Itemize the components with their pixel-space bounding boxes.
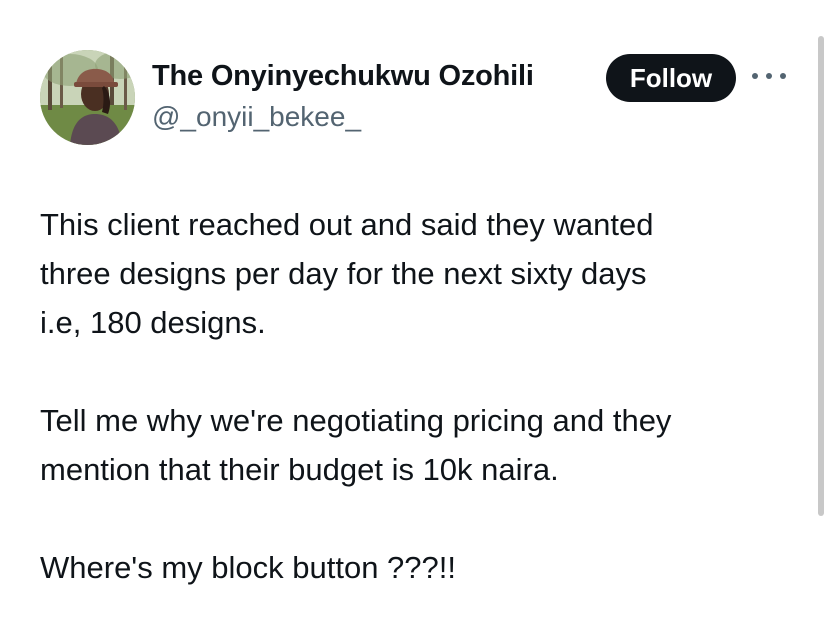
scrollbar[interactable] <box>818 36 824 516</box>
display-name[interactable]: The Onyinyechukwu Ozohili <box>152 60 534 93</box>
tweet-paragraph: Tell me why we're negotiating pricing an… <box>40 403 672 487</box>
tweet-card: The Onyinyechukwu Ozohili @_onyii_bekee_… <box>0 0 828 642</box>
tweet-paragraph: This client reached out and said they wa… <box>40 207 654 340</box>
dot <box>780 73 786 79</box>
tweet-paragraph: Where's my block button ???!! <box>40 550 457 585</box>
avatar[interactable] <box>40 50 135 145</box>
tweet-text: This client reached out and said they wa… <box>40 200 800 592</box>
follow-button[interactable]: Follow <box>606 54 736 102</box>
user-handle[interactable]: @_onyii_bekee_ <box>152 101 361 133</box>
more-horizontal-icon[interactable] <box>752 66 786 86</box>
dot <box>766 73 772 79</box>
dot <box>752 73 758 79</box>
avatar-image <box>40 50 135 145</box>
